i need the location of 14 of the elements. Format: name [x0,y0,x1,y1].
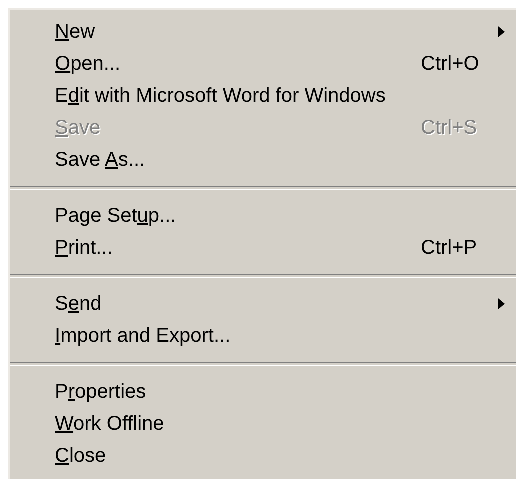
menu-item[interactable]: Print... [55,236,113,260]
menu-item[interactable]: Properties [55,380,146,404]
menu-item[interactable]: Import and Export... [55,324,231,348]
menu-item[interactable]: Work Offline [55,412,164,436]
menu-item[interactable]: Send [55,292,102,316]
menu-item[interactable]: Page Setup... [55,204,176,228]
shortcut-label: Ctrl+S [421,116,478,140]
menu-item[interactable]: Open... [55,52,121,76]
menu-item[interactable]: New [55,20,96,44]
menu-item[interactable]: Close [55,444,106,468]
menu-item[interactable]: Edit with Microsoft Word for Windows [55,84,386,108]
shortcut-label: Ctrl+P [421,236,478,260]
shortcut-label: Ctrl+O [421,52,480,76]
menu-item[interactable]: Save As... [55,148,146,172]
